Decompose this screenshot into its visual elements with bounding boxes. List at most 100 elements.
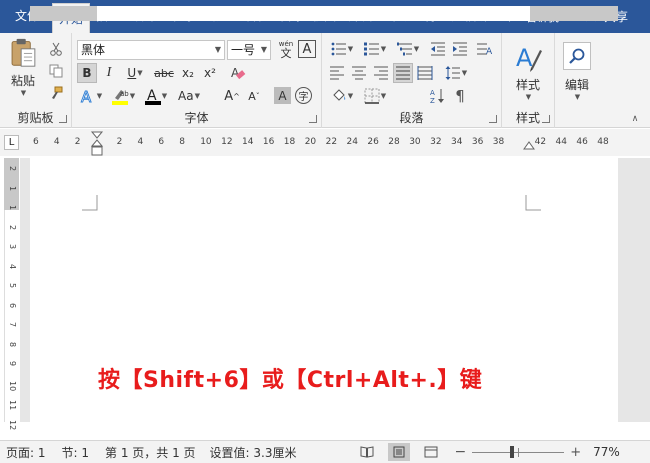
paint-bucket-icon: [333, 89, 346, 101]
vertical-ruler-number: 9: [8, 361, 17, 367]
character-border-button[interactable]: A: [298, 40, 316, 58]
justify-button[interactable]: [393, 63, 413, 83]
chevron-down-icon: ▼: [96, 92, 103, 100]
vertical-ruler-number: 3: [8, 244, 17, 250]
subscript-button[interactable]: x₂: [178, 63, 198, 83]
increase-indent-button[interactable]: [450, 39, 470, 59]
strikethrough-button[interactable]: abc: [152, 63, 176, 83]
multilevel-list-button[interactable]: ▼: [393, 39, 423, 59]
bullets-button[interactable]: ▼: [327, 39, 357, 59]
chevron-down-icon[interactable]: ▼: [261, 41, 267, 59]
copy-button[interactable]: [46, 61, 66, 81]
dialog-launcher-icon[interactable]: [542, 115, 550, 123]
instruction-caption: 按【Shift+6】或【Ctrl+Alt+.】键: [98, 368, 483, 393]
grow-font-button[interactable]: A ^: [222, 86, 242, 106]
font-name-combo[interactable]: 黑体 ▼: [77, 40, 225, 60]
format-painter-button[interactable]: [46, 83, 66, 103]
character-shading-button[interactable]: A: [274, 87, 291, 104]
phonetic-guide-button[interactable]: wén 文: [276, 39, 296, 61]
chevron-down-icon: ▼: [129, 92, 136, 100]
italic-button[interactable]: I: [99, 63, 119, 83]
shrink-font-button[interactable]: Aˇ: [244, 86, 264, 106]
borders-button[interactable]: ▼: [360, 86, 390, 106]
ruler-number: 18: [283, 137, 296, 147]
copy-icon: [49, 64, 63, 78]
cut-button[interactable]: [46, 39, 66, 59]
ruler-number: 32: [430, 137, 442, 147]
ruler-number: 12: [221, 137, 233, 147]
sort-button[interactable]: AZ: [428, 86, 448, 106]
crop-mark-right-icon: [525, 195, 541, 211]
read-mode-button[interactable]: [356, 443, 378, 461]
zoom-in-button[interactable]: +: [570, 445, 581, 460]
chevron-down-icon: ▼: [347, 45, 354, 53]
status-page-count[interactable]: 第 1 页，共 1 页: [105, 444, 196, 461]
bold-button[interactable]: B: [77, 63, 97, 83]
ruler-number: 48: [597, 137, 609, 147]
change-case-button[interactable]: Aa ▼: [174, 86, 204, 106]
vertical-ruler-number: 6: [8, 302, 17, 308]
paste-button[interactable]: 粘贴 ▼: [4, 37, 42, 97]
distributed-button[interactable]: [415, 63, 435, 83]
zoom-slider[interactable]: [472, 446, 565, 458]
enclose-characters-button[interactable]: 字: [295, 87, 312, 104]
caret-up-icon: ^: [233, 91, 240, 101]
styles-button-label: 样式: [515, 77, 540, 92]
page-icon: [393, 446, 405, 458]
dialog-launcher-icon[interactable]: [59, 115, 67, 123]
zoom-level[interactable]: 77%: [593, 445, 620, 459]
enclose-char: 字: [298, 92, 309, 103]
chinese-layout-button[interactable]: A: [474, 39, 494, 59]
clear-formatting-button[interactable]: A: [228, 63, 248, 83]
ruler-right-margin: [530, 6, 618, 21]
align-center-button[interactable]: [349, 63, 369, 83]
ruler-number: 26: [367, 137, 379, 147]
ruler-left-margin: [30, 6, 97, 21]
underline-button[interactable]: U ▼: [120, 63, 150, 83]
change-case-label: Aa: [178, 89, 194, 103]
align-center-icon: [352, 66, 366, 80]
vertical-ruler-number: 4: [8, 263, 17, 269]
text-effects-button[interactable]: A ▼: [77, 86, 105, 106]
editing-button[interactable]: 编辑 ▼: [557, 37, 597, 105]
paste-label: 粘贴: [10, 74, 35, 88]
dialog-launcher-icon[interactable]: [309, 115, 317, 123]
zoom-out-button[interactable]: −: [454, 444, 466, 460]
vertical-ruler-number: 1: [8, 205, 17, 211]
status-section[interactable]: 节: 1: [62, 444, 90, 461]
styles-button[interactable]: A 样式 ▼: [506, 37, 550, 105]
indent-marker-icon[interactable]: [90, 131, 104, 159]
numbering-button[interactable]: ▼: [360, 39, 390, 59]
line-spacing-button[interactable]: ▼: [441, 63, 471, 83]
superscript-button[interactable]: x²: [200, 63, 220, 83]
font-size-combo[interactable]: 一号 ▼: [227, 40, 271, 60]
vertical-ruler-number: 11: [8, 400, 17, 411]
paste-icon: [11, 38, 36, 67]
align-left-button[interactable]: [327, 63, 347, 83]
status-bar: 页面: 1 节: 1 第 1 页，共 1 页 设置值: 3.3厘米 − + 77…: [0, 440, 650, 463]
character-shading-char: A: [278, 88, 287, 103]
align-right-button[interactable]: [371, 63, 391, 83]
svg-text:A: A: [486, 47, 492, 56]
view-buttons: [356, 443, 442, 461]
shading-button[interactable]: ▼: [327, 86, 357, 106]
chevron-up-icon: ∧: [631, 114, 639, 124]
font-color-button[interactable]: A ▼: [142, 86, 170, 106]
ruler-number: 4: [53, 137, 60, 147]
zoom-slider-thumb[interactable]: [510, 446, 515, 458]
brush-icon: [52, 86, 63, 99]
right-indent-marker-icon[interactable]: [522, 139, 536, 151]
grow-font-char: A: [224, 88, 234, 104]
collapse-ribbon-button[interactable]: ∧: [628, 113, 642, 125]
highlight-button[interactable]: ab ▼: [108, 86, 138, 106]
status-page[interactable]: 页面: 1: [6, 444, 46, 461]
print-layout-button[interactable]: [388, 443, 411, 461]
align-right-icon: [374, 66, 388, 80]
show-marks-button[interactable]: ¶: [450, 86, 470, 106]
dialog-launcher-icon[interactable]: [489, 115, 497, 123]
tab-selector[interactable]: L: [4, 135, 19, 150]
web-layout-button[interactable]: [420, 443, 442, 461]
chevron-down-icon[interactable]: ▼: [215, 41, 221, 59]
decrease-indent-button[interactable]: [428, 39, 448, 59]
svg-text:Z: Z: [430, 97, 435, 104]
